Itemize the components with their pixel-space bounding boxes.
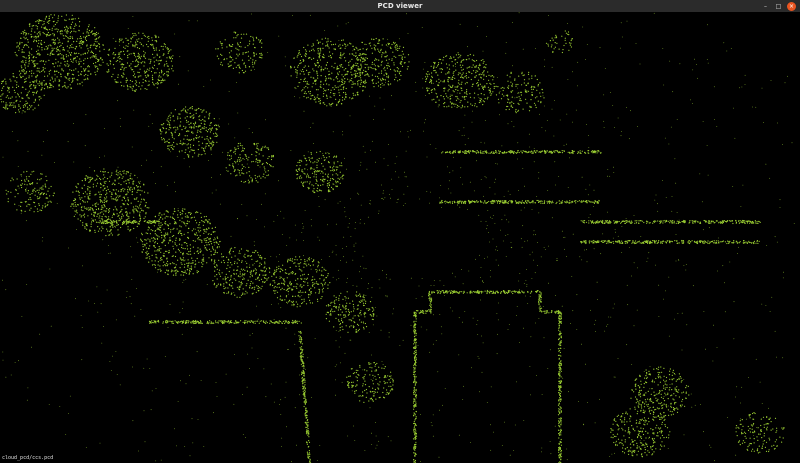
window-title: PCD viewer xyxy=(377,2,423,10)
close-icon[interactable]: × xyxy=(787,1,796,11)
maximize-icon[interactable]: □ xyxy=(774,2,783,11)
minimize-icon[interactable]: – xyxy=(761,2,770,11)
file-path-label: cloud_pcd/ccs.pcd xyxy=(2,455,54,461)
window-controls: – □ × xyxy=(761,1,796,11)
point-cloud-canvas[interactable] xyxy=(0,12,800,463)
point-cloud-viewport[interactable]: cloud_pcd/ccs.pcd xyxy=(0,12,800,463)
point-cloud-points xyxy=(0,12,795,463)
